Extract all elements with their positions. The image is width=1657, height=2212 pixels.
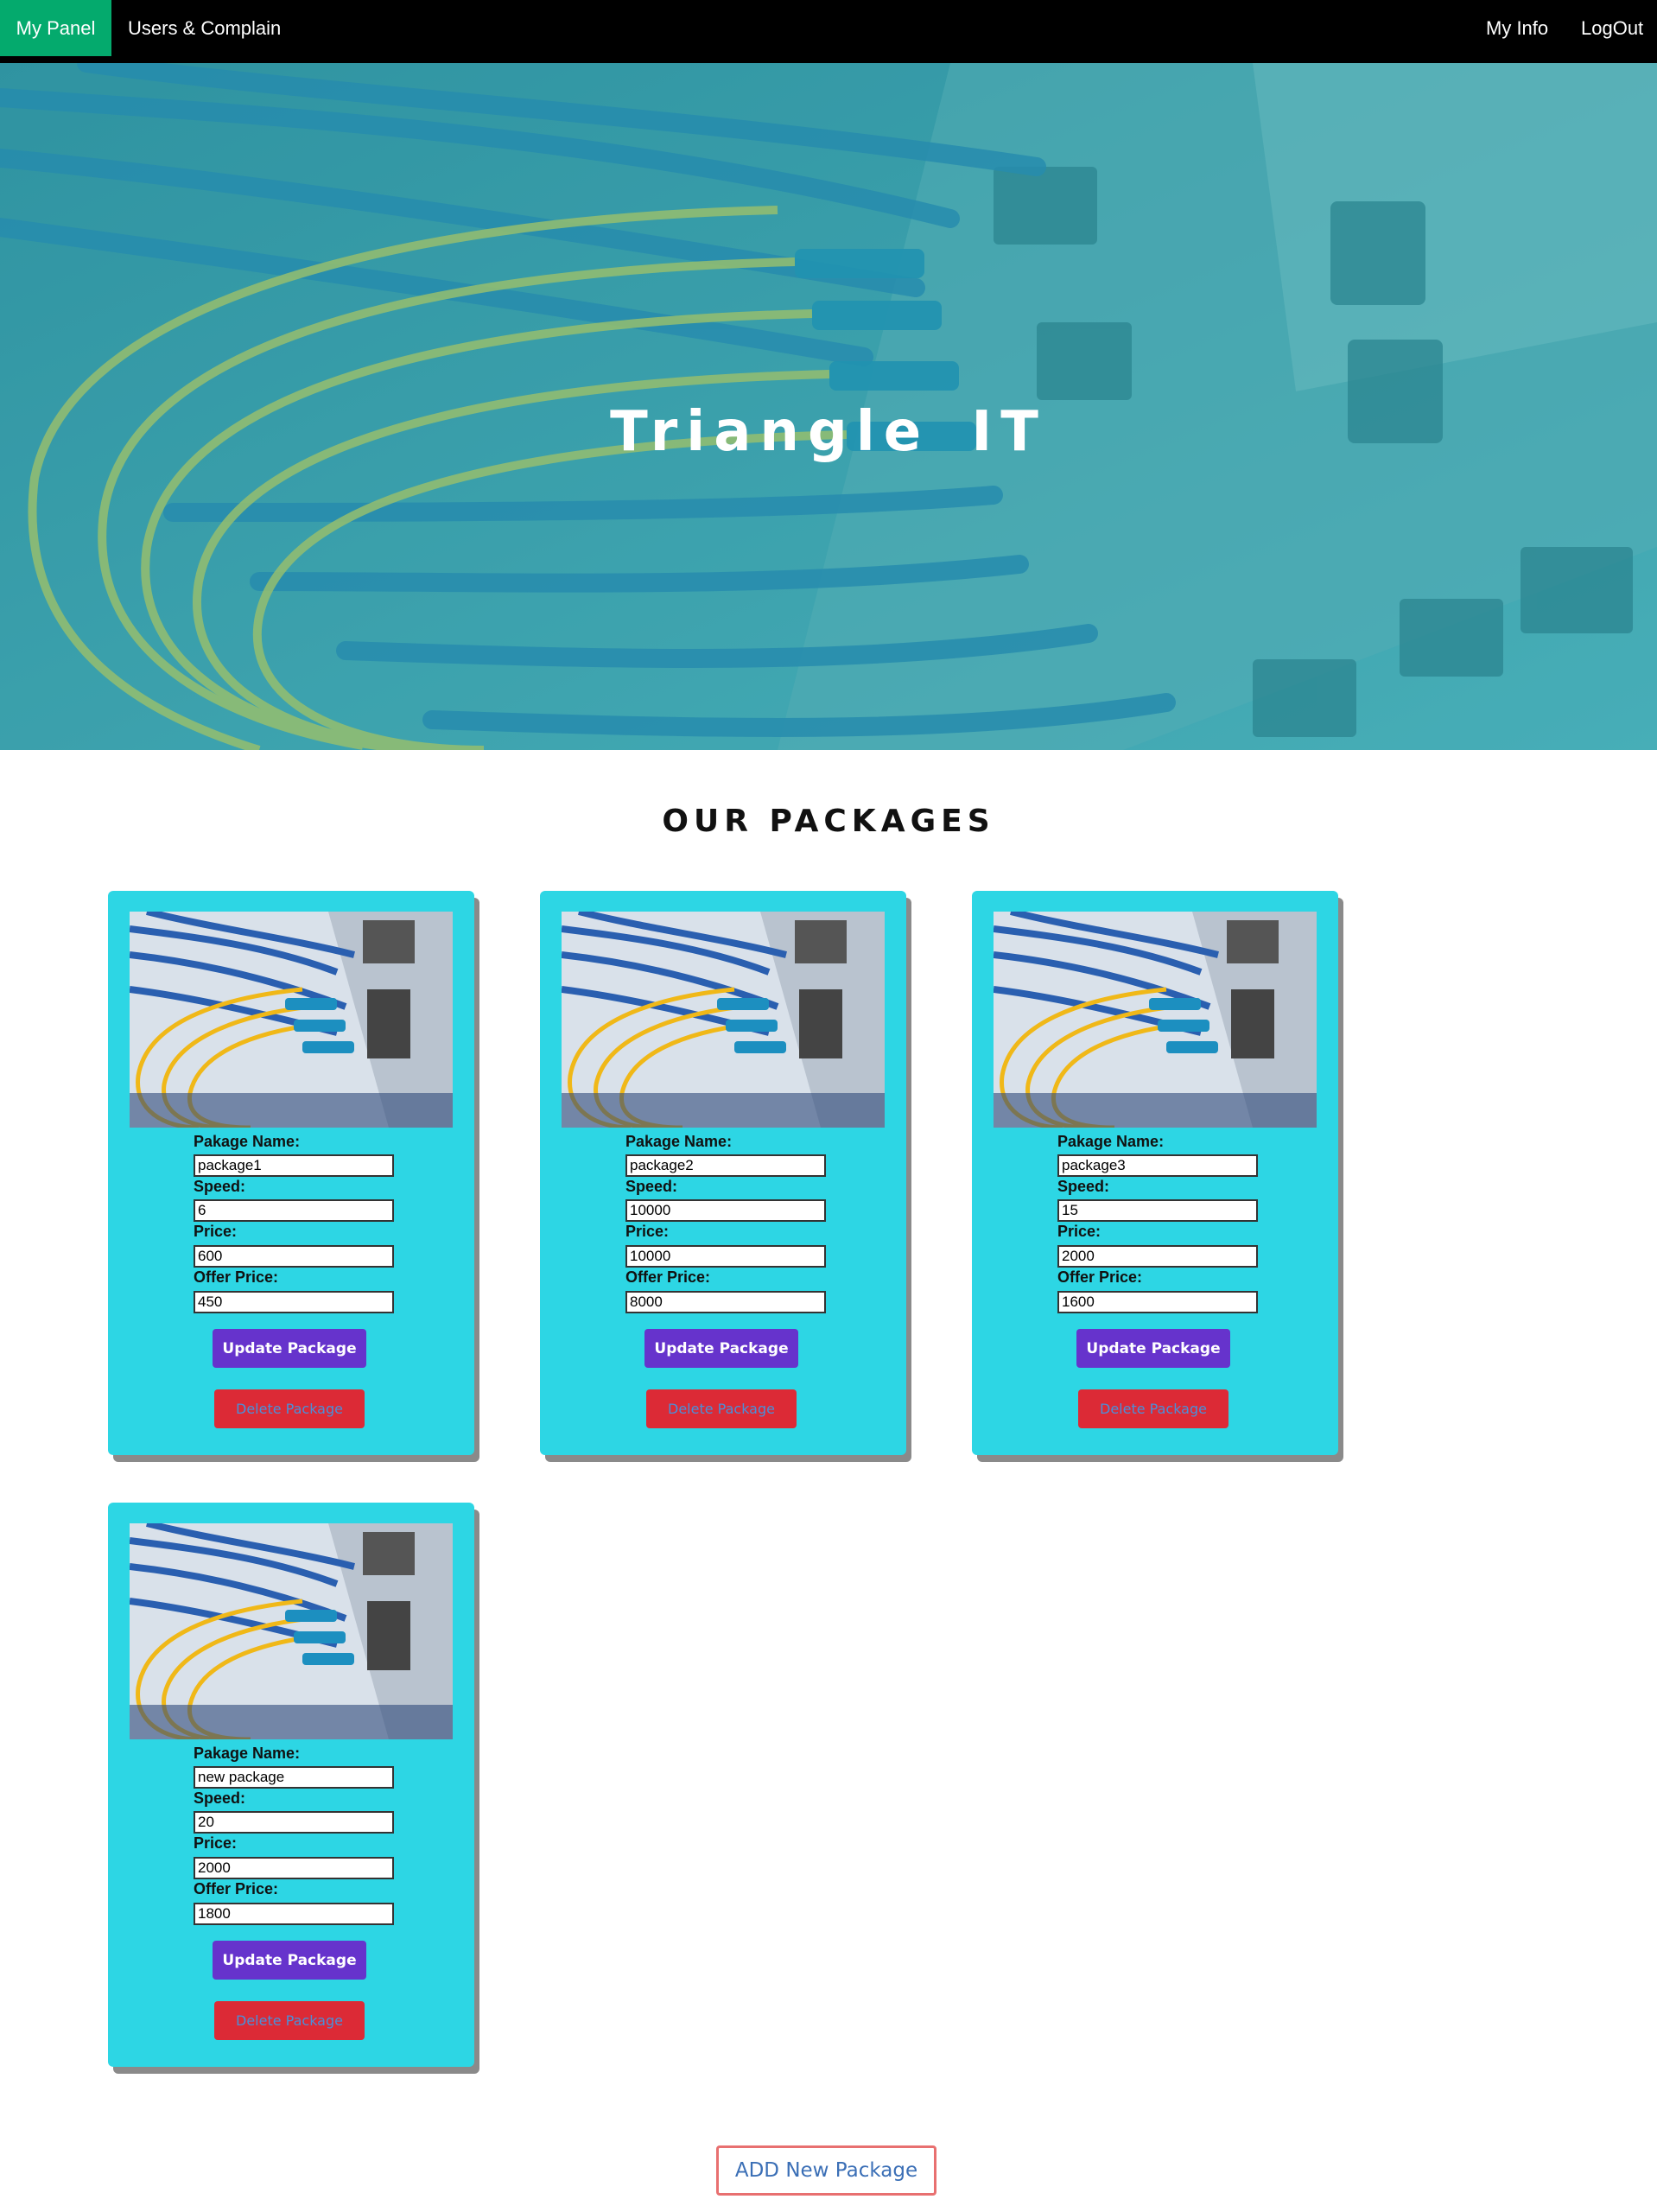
package-name-input[interactable] bbox=[1057, 1154, 1258, 1177]
offer-price-input[interactable] bbox=[625, 1291, 826, 1313]
delete-package-button[interactable]: Delete Package bbox=[646, 1389, 797, 1428]
price-label: Price: bbox=[625, 1223, 670, 1240]
offer-price-label: Offer Price: bbox=[1057, 1268, 1143, 1286]
offer-price-input[interactable] bbox=[194, 1291, 394, 1313]
speed-label: Speed: bbox=[625, 1178, 678, 1195]
price-input[interactable] bbox=[1057, 1245, 1258, 1268]
price-input[interactable] bbox=[625, 1245, 826, 1268]
nav-logout[interactable]: LogOut bbox=[1581, 0, 1643, 56]
speed-label: Speed: bbox=[194, 1789, 246, 1807]
top-navbar: My Panel Users & Complain My Info LogOut bbox=[0, 0, 1657, 63]
price-label: Price: bbox=[194, 1223, 238, 1240]
package-name-label: Pakage Name: bbox=[194, 1133, 301, 1150]
delete-package-button[interactable]: Delete Package bbox=[214, 2001, 365, 2040]
nav-my-info[interactable]: My Info bbox=[1486, 0, 1548, 56]
package-image bbox=[994, 912, 1317, 1128]
nav-my-panel[interactable]: My Panel bbox=[0, 0, 111, 56]
package-card: Pakage Name: Speed: Price: Offer Price: … bbox=[540, 891, 906, 1455]
package-name-label: Pakage Name: bbox=[194, 1745, 301, 1762]
speed-input[interactable] bbox=[625, 1199, 826, 1222]
offer-price-input[interactable] bbox=[1057, 1291, 1258, 1313]
package-name-label: Pakage Name: bbox=[625, 1133, 733, 1150]
add-new-package-button[interactable]: ADD New Package bbox=[716, 2145, 936, 2196]
speed-input[interactable] bbox=[194, 1199, 394, 1222]
package-name-input[interactable] bbox=[194, 1154, 394, 1177]
update-package-button[interactable]: Update Package bbox=[213, 1329, 366, 1368]
delete-package-button[interactable]: Delete Package bbox=[1078, 1389, 1228, 1428]
update-package-button[interactable]: Update Package bbox=[213, 1941, 366, 1980]
hero-title: Triangle IT bbox=[610, 400, 1047, 464]
offer-price-label: Offer Price: bbox=[194, 1880, 279, 1897]
package-image bbox=[130, 1523, 453, 1739]
package-card: Pakage Name: Speed: Price: Offer Price: … bbox=[108, 891, 474, 1455]
delete-package-button[interactable]: Delete Package bbox=[214, 1389, 365, 1428]
package-name-input[interactable] bbox=[194, 1766, 394, 1789]
speed-label: Speed: bbox=[1057, 1178, 1110, 1195]
package-image bbox=[562, 912, 885, 1128]
speed-input[interactable] bbox=[1057, 1199, 1258, 1222]
offer-price-label: Offer Price: bbox=[625, 1268, 711, 1286]
price-label: Price: bbox=[1057, 1223, 1101, 1240]
section-title: OUR PACKAGES bbox=[662, 804, 995, 839]
offer-price-label: Offer Price: bbox=[194, 1268, 279, 1286]
package-image bbox=[130, 912, 453, 1128]
hero-banner: Triangle IT bbox=[0, 63, 1657, 750]
nav-users-complain[interactable]: Users & Complain bbox=[128, 0, 281, 56]
offer-price-input[interactable] bbox=[194, 1903, 394, 1925]
package-name-label: Pakage Name: bbox=[1057, 1133, 1165, 1150]
speed-input[interactable] bbox=[194, 1811, 394, 1834]
update-package-button[interactable]: Update Package bbox=[1076, 1329, 1230, 1368]
price-input[interactable] bbox=[194, 1245, 394, 1268]
package-card: Pakage Name: Speed: Price: Offer Price: … bbox=[972, 891, 1338, 1455]
speed-label: Speed: bbox=[194, 1178, 246, 1195]
price-input[interactable] bbox=[194, 1857, 394, 1879]
package-card: Pakage Name: Speed: Price: Offer Price: … bbox=[108, 1503, 474, 2067]
update-package-button[interactable]: Update Package bbox=[644, 1329, 798, 1368]
package-name-input[interactable] bbox=[625, 1154, 826, 1177]
price-label: Price: bbox=[194, 1834, 238, 1852]
